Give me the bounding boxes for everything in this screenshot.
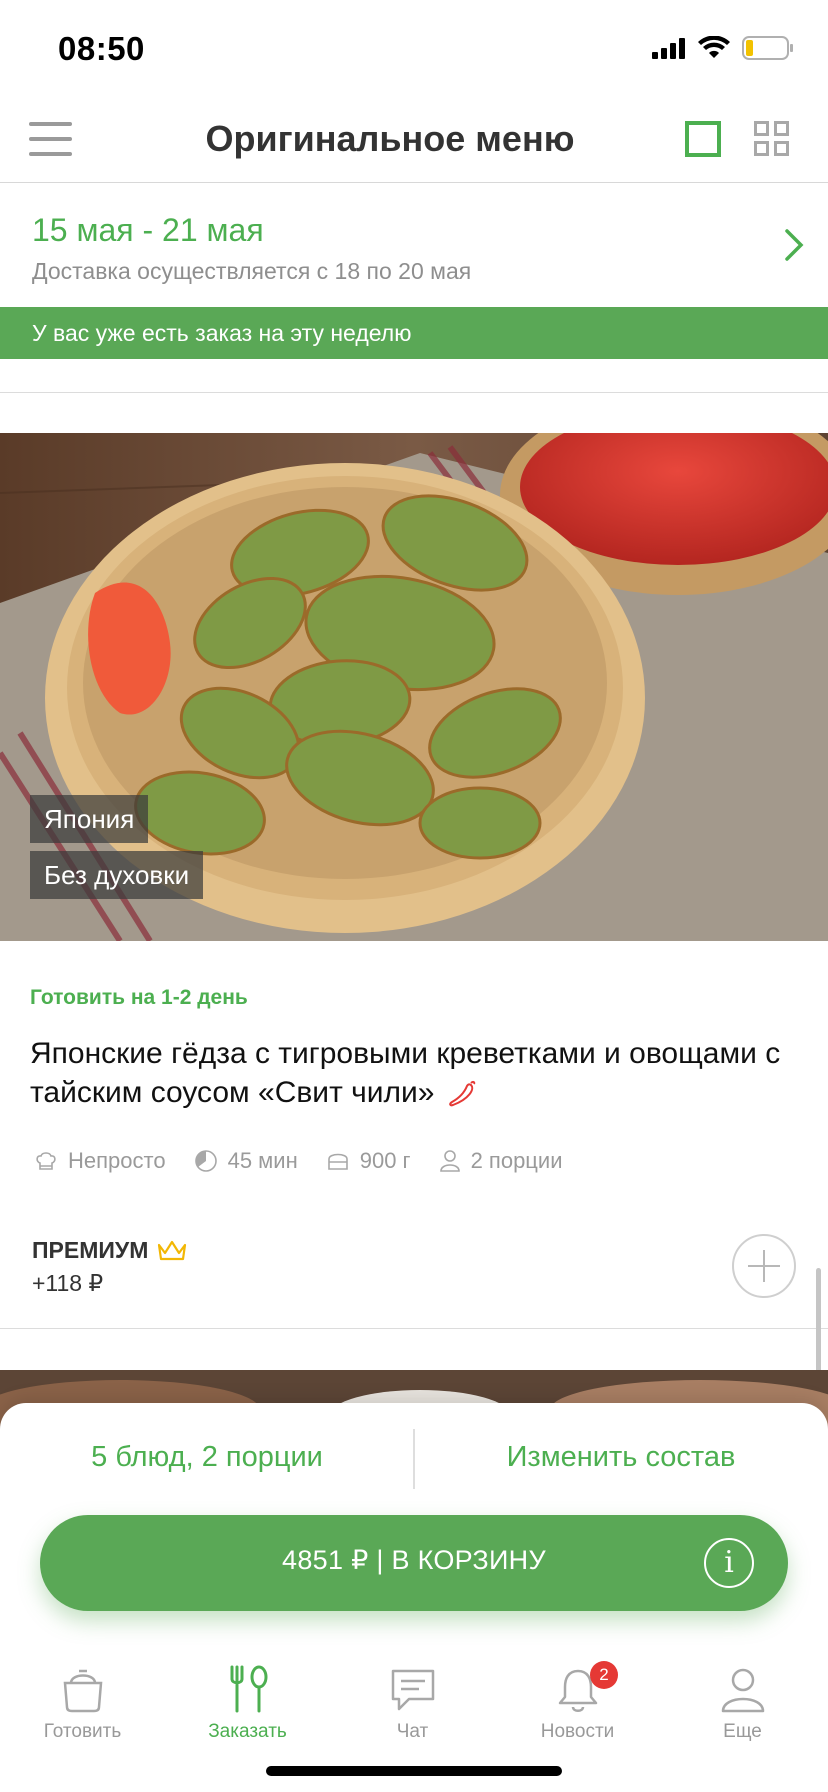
tab-news[interactable]: 2 Новости <box>495 1655 660 1765</box>
profile-icon <box>721 1668 764 1713</box>
week-range: 15 мая - 21 мая <box>32 212 264 248</box>
order-exists-banner: У вас уже есть заказ на эту неделю <box>0 307 828 359</box>
chat-icon <box>391 1669 434 1711</box>
wifi-icon <box>698 36 730 58</box>
weight: 900 г <box>326 1148 411 1174</box>
dish-image[interactable]: Япония Без духовки <box>0 433 828 941</box>
person-icon <box>439 1150 460 1172</box>
chili-pepper-icon <box>449 1080 476 1107</box>
crown-icon <box>158 1240 187 1260</box>
tag-no-oven: Без духовки <box>30 851 204 899</box>
chef-hat-icon <box>36 1152 56 1170</box>
tab-chat[interactable]: Чат <box>330 1655 495 1765</box>
premium-price: +118 ₽ <box>32 1270 104 1296</box>
signal-icon <box>652 38 685 59</box>
fork-spoon-icon <box>230 1665 267 1713</box>
add-dish-button[interactable] <box>732 1234 796 1298</box>
pot-icon <box>63 1669 102 1713</box>
delivery-info: Доставка осуществляется с 18 по 20 мая <box>32 258 472 284</box>
chevron-right-icon <box>785 229 804 261</box>
cart-label: 4851 ₽ | В КОРЗИНУ <box>282 1545 546 1575</box>
box-icon <box>327 1153 348 1170</box>
notification-badge: 2 <box>590 1661 618 1689</box>
difficulty: Непросто <box>34 1148 166 1174</box>
header: Оригинальное меню <box>0 100 828 183</box>
clock-icon <box>194 1150 217 1172</box>
status-time: 08:50 <box>58 30 145 67</box>
battery-icon <box>742 36 793 60</box>
divider <box>0 1328 828 1329</box>
dish-title[interactable]: Японские гёдза с тигровыми креветками и … <box>30 1034 790 1112</box>
info-icon[interactable]: i <box>704 1538 754 1588</box>
page-title: Оригинальное меню <box>205 118 575 159</box>
tab-cook[interactable]: Готовить <box>0 1655 165 1765</box>
tag-cuisine: Япония <box>30 795 149 843</box>
single-view-icon[interactable] <box>685 121 721 157</box>
week-selector[interactable]: 15 мая - 21 мая Доставка осуществляется … <box>0 184 828 307</box>
order-summary-button[interactable]: 5 блюд, 2 порции <box>0 1441 414 1474</box>
premium-label: ПРЕМИУМ <box>32 1237 188 1264</box>
tab-more[interactable]: Еще <box>660 1655 825 1765</box>
grid-view-icon[interactable] <box>754 121 790 157</box>
tab-order[interactable]: Заказать <box>165 1655 330 1765</box>
status-icons <box>652 36 794 60</box>
portions: 2 порции <box>439 1148 563 1174</box>
home-indicator <box>266 1766 562 1776</box>
cook-time: 45 мин <box>194 1148 298 1174</box>
cook-day-label: Готовить на 1-2 день <box>30 986 248 1009</box>
dish-meta: Непросто 45 мин 900 г 2 порции <box>34 1148 591 1174</box>
status-bar: 08:50 <box>0 0 828 100</box>
add-to-cart-button[interactable]: 4851 ₽ | В КОРЗИНУ i <box>40 1515 788 1611</box>
tab-bar: Готовить Заказать Чат 2 Новости Еще <box>0 1655 828 1765</box>
divider <box>0 392 828 393</box>
change-composition-button[interactable]: Изменить состав <box>414 1441 828 1474</box>
